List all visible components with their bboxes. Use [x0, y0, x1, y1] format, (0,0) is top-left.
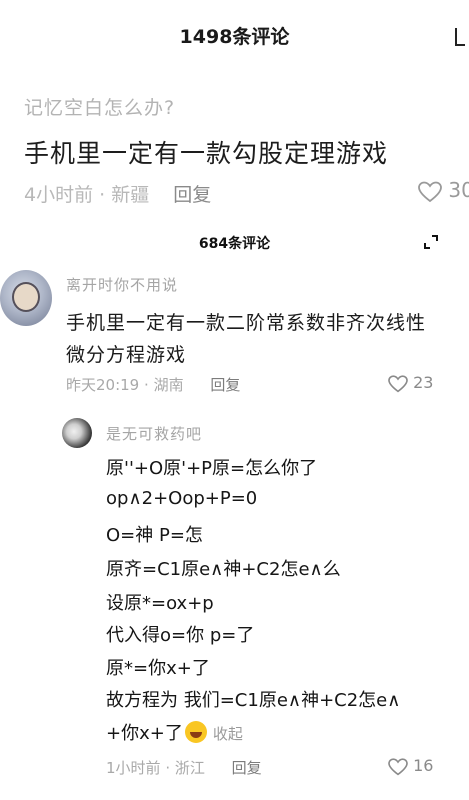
meta-separator: ·: [144, 376, 154, 394]
username[interactable]: 是无可救药吧: [106, 423, 202, 444]
like-button[interactable]: 30: [418, 178, 469, 203]
comment-text-line: 原*=你x+了: [106, 658, 210, 679]
meta-separator: ·: [99, 184, 112, 206]
like-button[interactable]: 16: [388, 756, 433, 776]
comment-text-line: 设原*=ox+p: [106, 593, 214, 614]
reply-button[interactable]: 回复: [232, 759, 262, 777]
comment-text: 手机里一定有一款勾股定理游戏: [24, 139, 389, 168]
heart-icon: [418, 181, 442, 202]
laughing-emoji-icon: [184, 721, 207, 743]
avatar[interactable]: [0, 270, 52, 326]
comment-text-line: 原齐=C1原e∧神+C2怎e∧么: [106, 559, 341, 580]
comment-text-line: 原''+O原'+P原=怎么你了: [106, 458, 318, 479]
comment-text-line: +你x+了: [106, 723, 183, 744]
comment-time: 昨天20:19: [66, 376, 140, 394]
username[interactable]: 离开时你不用说: [66, 274, 178, 295]
heart-icon: [388, 757, 408, 775]
comment-text-line: 微分方程游戏: [66, 344, 187, 366]
avatar[interactable]: [62, 418, 92, 448]
comment-text-line: 代入得o=你 p=了: [106, 625, 255, 646]
comment-meta: 昨天20:19 · 湖南 回复: [66, 374, 240, 395]
question-text: 记忆空白怎么办?: [24, 97, 176, 119]
comment-text-line: O=神 P=怎: [106, 525, 203, 546]
comment-location: 新疆: [111, 184, 150, 206]
comment-location: 湖南: [153, 376, 184, 394]
comments-count-title: 1498条评论: [179, 26, 290, 48]
collapse-button[interactable]: 收起: [213, 725, 243, 743]
like-button[interactable]: 23: [388, 373, 433, 393]
comment-text-line: 手机里一定有一款二阶常系数非齐次线性: [66, 312, 427, 334]
close-icon[interactable]: [455, 28, 465, 46]
reply-button[interactable]: 回复: [210, 376, 240, 394]
like-count: 23: [413, 373, 434, 392]
comment-meta: 1小时前 · 浙江 回复: [106, 757, 262, 778]
comment-location: 浙江: [174, 759, 205, 777]
heart-icon: [388, 374, 408, 392]
comment-text-line-last: +你x+了 收起: [106, 719, 243, 745]
expand-icon[interactable]: [423, 234, 439, 250]
comment-text-line: op∧2+Oop+P=0: [106, 488, 258, 509]
comment-time: 1小时前: [106, 759, 161, 777]
like-count: 16: [413, 756, 434, 775]
embedded-comments-title: 684条评论: [198, 236, 271, 252]
comment-meta: 4小时前 · 新疆 回复: [24, 180, 211, 207]
like-count: 30: [448, 178, 469, 202]
comment-text-line: 故方程为 我们=C1原e∧神+C2怎e∧: [106, 690, 401, 711]
reply-button[interactable]: 回复: [173, 184, 211, 206]
comment-time: 4小时前: [24, 184, 94, 206]
meta-separator: ·: [165, 759, 175, 777]
